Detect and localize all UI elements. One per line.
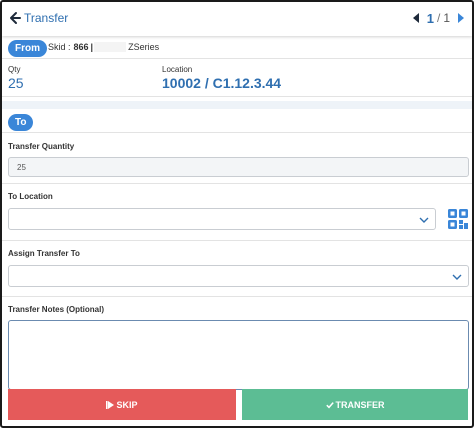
pager-separator: / bbox=[436, 11, 441, 25]
assign-transfer-select[interactable] bbox=[8, 265, 469, 287]
transfer-quantity-value: 25 bbox=[17, 163, 26, 172]
skid-info: Skid : 866 | ZSeries bbox=[48, 42, 159, 52]
transfer-screen: Transfer 1 / 1 From Skid : 866 | ZSeries… bbox=[0, 0, 474, 428]
pager-total: 1 bbox=[443, 11, 450, 25]
divider bbox=[2, 296, 472, 297]
to-location-select[interactable] bbox=[8, 208, 436, 230]
pager: 1 / 1 bbox=[412, 10, 464, 26]
qty-value: 25 bbox=[8, 75, 24, 91]
divider bbox=[2, 96, 472, 97]
divider bbox=[2, 132, 472, 133]
transfer-quantity-input[interactable]: 25 bbox=[8, 157, 469, 177]
app-header: Transfer 1 / 1 bbox=[2, 2, 472, 36]
qr-code-icon[interactable] bbox=[447, 208, 469, 230]
redacted-block bbox=[94, 42, 127, 52]
skid-label: Skid : bbox=[48, 42, 71, 52]
section-separator bbox=[2, 101, 472, 109]
chevron-down-icon bbox=[419, 217, 429, 223]
skid-separator: | bbox=[90, 42, 94, 52]
arrow-left-icon[interactable] bbox=[8, 10, 22, 26]
location-label: Location bbox=[162, 65, 193, 74]
pager-current: 1 bbox=[426, 10, 434, 26]
assign-transfer-label: Assign Transfer To bbox=[8, 249, 80, 258]
transfer-notes-textarea[interactable] bbox=[8, 320, 469, 390]
transfer-notes-label: Transfer Notes (Optional) bbox=[8, 305, 105, 314]
transfer-quantity-label: Transfer Quantity bbox=[8, 142, 75, 151]
divider bbox=[2, 183, 472, 184]
chevron-down-icon bbox=[452, 274, 462, 280]
qty-label: Qty bbox=[8, 65, 21, 74]
check-icon bbox=[325, 401, 334, 408]
to-badge: To bbox=[8, 114, 34, 131]
transfer-button[interactable]: TRANSFER bbox=[242, 389, 468, 420]
page-title: Transfer bbox=[24, 11, 69, 25]
to-location-label: To Location bbox=[8, 192, 53, 201]
skip-icon bbox=[106, 400, 115, 409]
divider bbox=[2, 240, 472, 241]
location-value: 10002 / C1.12.3.44 bbox=[162, 75, 282, 91]
transfer-label: TRANSFER bbox=[335, 399, 385, 410]
skip-button[interactable]: SKIP bbox=[8, 389, 236, 420]
skip-label: SKIP bbox=[116, 399, 138, 410]
skid-number: 866 bbox=[73, 42, 89, 52]
divider bbox=[2, 58, 472, 59]
skid-series: ZSeries bbox=[128, 42, 160, 52]
caret-left-icon[interactable] bbox=[412, 13, 419, 23]
from-badge: From bbox=[8, 40, 47, 57]
caret-right-icon[interactable] bbox=[458, 13, 464, 23]
